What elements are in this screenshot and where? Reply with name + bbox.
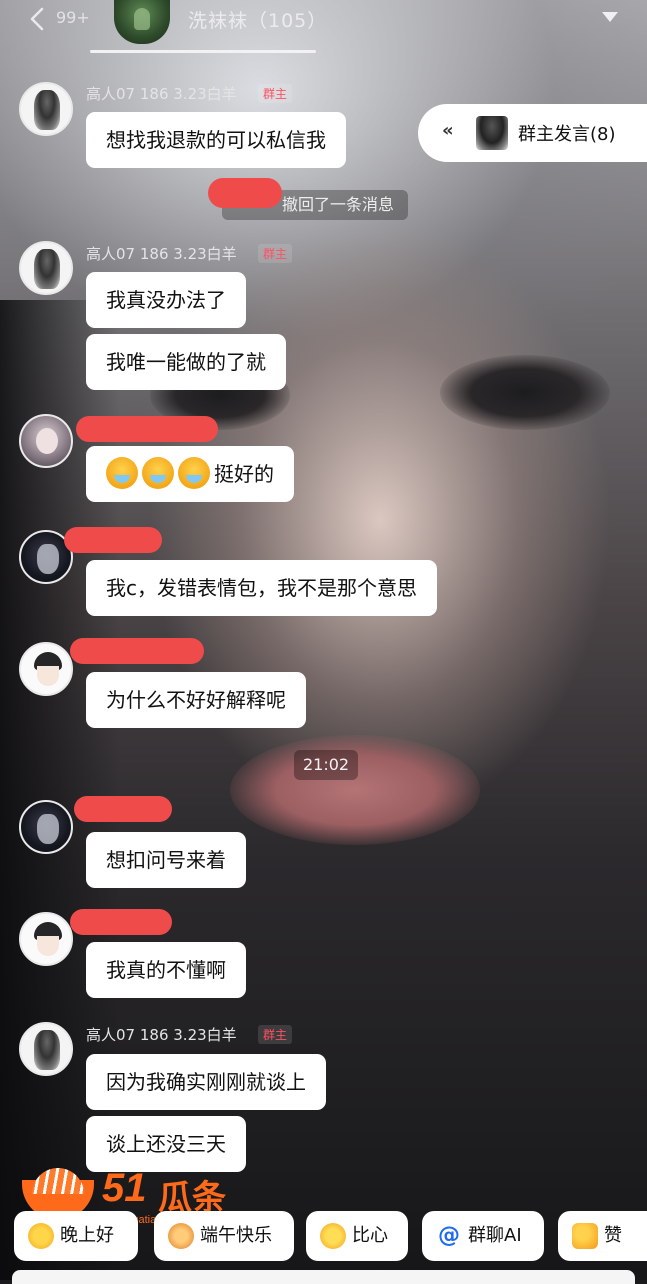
redaction-mark <box>208 178 282 208</box>
redaction-mark <box>74 796 172 822</box>
message-bubble[interactable]: 想扣问号来着 <box>86 832 246 888</box>
chip-label: 端午快乐 <box>200 1225 272 1246</box>
message-bubble[interactable]: 挺好的 <box>86 446 294 502</box>
chip-label: 赞 <box>604 1225 622 1246</box>
sender-meta: 高人07 186 3.23白羊 <box>86 85 237 103</box>
message-bubble[interactable]: 想找我退款的可以私信我 <box>86 112 346 168</box>
group-ai-button[interactable]: @ 群聊AI <box>422 1211 544 1261</box>
avatar[interactable] <box>19 414 73 468</box>
input-bar-edge[interactable] <box>12 1270 635 1284</box>
at-sign-icon: @ <box>438 1223 460 1248</box>
chip-label: 比心 <box>352 1225 388 1246</box>
avatar[interactable] <box>19 82 73 136</box>
message-bubble[interactable]: 因为我确实刚刚就谈上 <box>86 1054 326 1110</box>
group-title[interactable]: 洗袜袜（105） <box>188 6 327 33</box>
chevron-left-icon[interactable] <box>28 6 54 32</box>
time-divider: 21:02 <box>294 750 359 780</box>
crying-face-icon <box>178 457 210 489</box>
quick-reply-dragon-boat[interactable]: 端午快乐 <box>154 1211 294 1261</box>
crying-face-icon <box>106 457 138 489</box>
owner-avatar-small <box>476 116 508 150</box>
message-bubble[interactable]: 我真没办法了 <box>86 272 246 328</box>
redaction-mark <box>70 638 204 664</box>
message-bubble[interactable]: 谈上还没三天 <box>86 1116 246 1172</box>
message-bubble[interactable]: 我真的不懂啊 <box>86 942 246 998</box>
avatar[interactable] <box>19 1022 73 1076</box>
thumbs-up-icon <box>572 1223 598 1249</box>
chip-label: 晚上好 <box>60 1225 114 1246</box>
quick-reply-good-evening[interactable]: 晚上好 <box>14 1211 138 1261</box>
redaction-mark <box>76 416 218 442</box>
avatar[interactable] <box>19 241 73 295</box>
bg-eye-right <box>440 355 610 430</box>
recall-text: 撤回了一条消息 <box>282 195 395 214</box>
title-underline <box>90 50 316 53</box>
owner-messages-label: 群主发言(8) <box>518 124 616 145</box>
duck-heart-icon <box>320 1223 346 1249</box>
watermark-number: 51 <box>102 1166 147 1210</box>
unread-count[interactable]: 99+ <box>56 8 90 27</box>
message-bubble[interactable]: 我c，发错表情包，我不是那个意思 <box>86 560 437 616</box>
sender-meta: 高人07 186 3.23白羊 <box>86 245 237 263</box>
crying-face-icon <box>142 457 174 489</box>
triangle-down-icon[interactable] <box>602 12 618 22</box>
message-bubble[interactable]: 我唯一能做的了就 <box>86 334 286 390</box>
redaction-mark <box>70 909 172 935</box>
quick-reply-heart[interactable]: 比心 <box>306 1211 408 1261</box>
owner-badge: 群主 <box>258 1025 293 1044</box>
avatar[interactable] <box>19 642 73 696</box>
avatar[interactable] <box>19 912 73 966</box>
owner-badge: 群主 <box>258 84 293 103</box>
sender-meta: 高人07 186 3.23白羊 <box>86 1026 237 1044</box>
message-text: 挺好的 <box>214 462 274 486</box>
owner-badge: 群主 <box>258 244 293 263</box>
smiling-star-icon <box>28 1223 54 1249</box>
double-chevron-down-icon: « <box>442 120 454 141</box>
chat-header: 99+ 洗袜袜（105） <box>0 0 647 53</box>
chip-label: 群聊AI <box>468 1225 522 1246</box>
owner-messages-pill[interactable]: « 群主发言(8) <box>418 104 647 162</box>
message-bubble[interactable]: 为什么不好好解释呢 <box>86 672 306 728</box>
like-button[interactable]: 赞 <box>558 1211 647 1261</box>
group-avatar[interactable] <box>114 0 170 44</box>
lion-face-icon <box>168 1223 194 1249</box>
redaction-mark <box>64 527 162 553</box>
avatar[interactable] <box>19 800 73 854</box>
